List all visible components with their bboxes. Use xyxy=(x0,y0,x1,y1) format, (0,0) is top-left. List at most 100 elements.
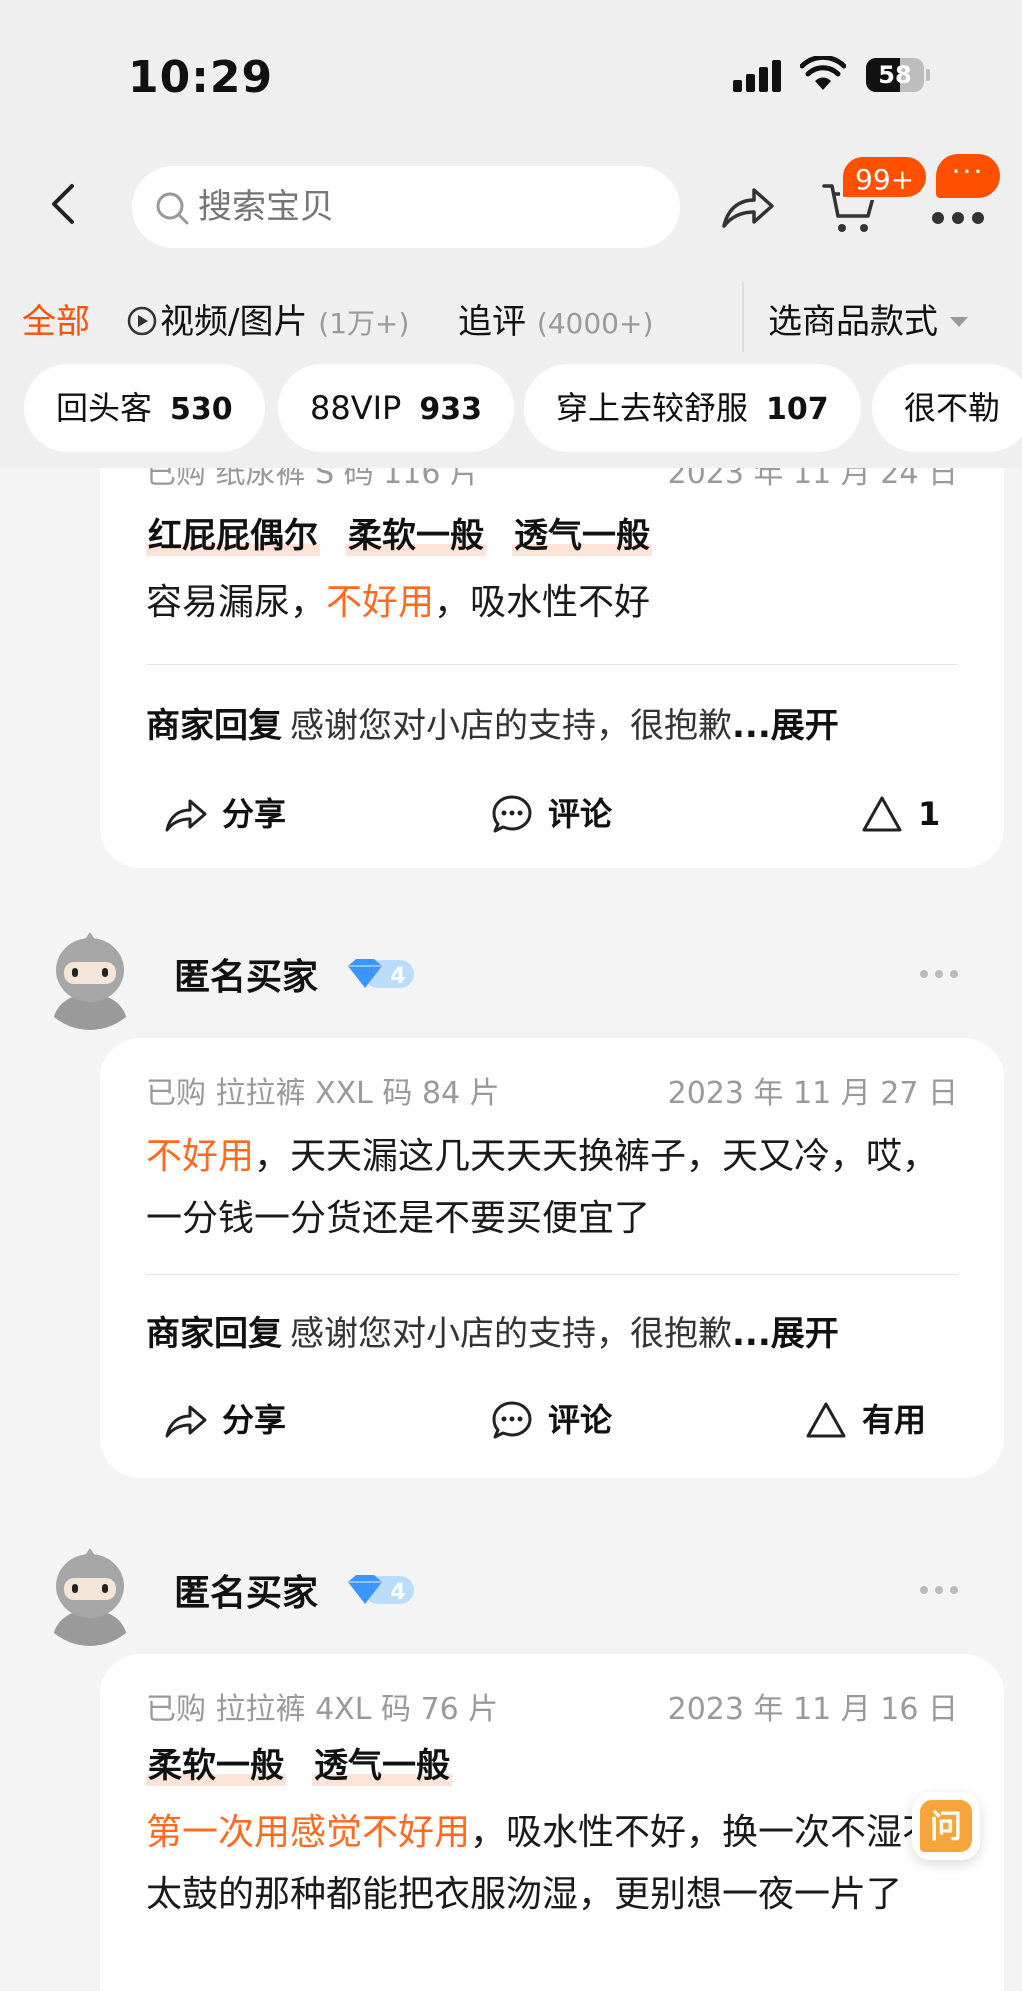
chip-not-tight[interactable]: 很不勒 xyxy=(872,364,1022,452)
tab-video-count: (1万+) xyxy=(318,307,410,340)
review-card: 已购 拉拉裤 XXL 码 84 片 2023 年 11 月 27 日 不好用，天… xyxy=(100,1038,1004,1478)
review-text-part: 容易漏尿， xyxy=(146,582,327,623)
review-highlight: 第一次用感觉不好用 xyxy=(146,1812,471,1853)
comment-icon xyxy=(492,795,532,833)
purchase-spec: 已购 纸尿裤 S 码 116 片 xyxy=(146,468,480,491)
share-icon xyxy=(165,799,207,832)
vip-diamond-badge-icon: 4 xyxy=(348,959,414,989)
chip-count: 933 xyxy=(419,392,482,427)
chip-count: 530 xyxy=(170,392,233,427)
reply-text: 感谢您对小店的支持，很抱歉 xyxy=(290,706,732,746)
more-menu-icon[interactable] xyxy=(930,196,986,226)
useful-label: 有用 xyxy=(862,1401,927,1439)
chip-label: 很不勒 xyxy=(904,389,1001,427)
review-card: 已购 纸尿裤 S 码 116 片 2023 年 11 月 24 日 红屁屁偶尔柔… xyxy=(100,468,1004,868)
reply-label: 商家回复 xyxy=(146,706,282,746)
merchant-reply[interactable]: 商家回复 感谢您对小店的支持，很抱歉...展开 xyxy=(146,1306,964,1355)
comment-icon xyxy=(492,1401,532,1439)
expand-link[interactable]: ...展开 xyxy=(732,706,839,746)
review-tag: 透气一般 xyxy=(512,516,652,556)
review-text-part: ，天天漏这几天天天换裤子，天又冷，哎，一分钱一分货还是不要买便宜了 xyxy=(146,1136,939,1239)
comment-button[interactable]: 评论 xyxy=(490,784,612,844)
review-text: 容易漏尿，不好用，吸水性不好 xyxy=(146,572,958,634)
review-date: 2023 年 11 月 27 日 xyxy=(667,1076,958,1111)
review-tag: 柔软一般 xyxy=(146,1746,286,1786)
purchase-info: 已购 纸尿裤 S 码 116 片 2023 年 11 月 24 日 xyxy=(146,468,958,492)
chip-label: 88VIP xyxy=(310,389,402,427)
review-tag: 柔软一般 xyxy=(346,516,486,556)
vip-level: 4 xyxy=(390,1580,405,1605)
share-label: 分享 xyxy=(222,795,287,833)
select-style-label: 选商品款式 xyxy=(768,302,938,342)
useful-icon xyxy=(806,1402,846,1438)
vip-level: 4 xyxy=(390,964,405,989)
chip-returning-customer[interactable]: 回头客 530 xyxy=(24,364,265,452)
ask-label: 问 xyxy=(920,1800,972,1852)
review-tag: 红屁屁偶尔 xyxy=(146,516,320,556)
chip-label: 回头客 xyxy=(56,389,153,427)
divider xyxy=(146,664,958,665)
review-highlight: 不好用 xyxy=(146,1136,255,1177)
review-card: 已购 拉拉裤 4XL 码 76 片 2023 年 11 月 16 日 柔软一般透… xyxy=(100,1654,1004,1991)
share-label: 分享 xyxy=(222,1401,287,1439)
more-options-icon[interactable] xyxy=(918,1584,960,1596)
chip-comfortable[interactable]: 穿上去较舒服 107 xyxy=(524,364,861,452)
review-highlight: 不好用 xyxy=(326,582,435,623)
review-list: 已购 纸尿裤 S 码 116 片 2023 年 11 月 24 日 红屁屁偶尔柔… xyxy=(0,468,1022,1991)
merchant-reply[interactable]: 商家回复 感谢您对小店的支持，很抱歉...展开 xyxy=(146,698,964,747)
review-keyword-chips: 回头客 530 88VIP 933 穿上去较舒服 107 很不勒 xyxy=(0,364,1022,468)
reply-label: 商家回复 xyxy=(146,1314,282,1354)
battery-icon: 58 xyxy=(866,58,930,92)
avatar[interactable] xyxy=(34,1534,146,1646)
reviewer-name: 匿名买家 xyxy=(174,957,319,998)
tab-followup-count: (4000+) xyxy=(536,307,654,340)
reviewer-name: 匿名买家 xyxy=(174,1573,319,1614)
select-product-style[interactable]: 选商品款式 xyxy=(768,294,968,343)
tab-followup-label: 追评 xyxy=(458,302,526,342)
tab-divider xyxy=(742,282,744,352)
share-button[interactable]: 分享 xyxy=(164,784,286,844)
review-text: 第一次用感觉不好用，吸水性不好，换一次不湿不太鼓的那种都能把衣服沕湿，更别想一夜… xyxy=(146,1802,958,1926)
share-button[interactable]: 分享 xyxy=(164,1390,286,1450)
comment-label: 评论 xyxy=(548,795,613,833)
more-options-icon[interactable] xyxy=(918,968,960,980)
review-tag: 透气一般 xyxy=(312,1746,452,1786)
anonymous-avatar-icon xyxy=(34,1534,146,1646)
comment-button[interactable]: 评论 xyxy=(490,1390,612,1450)
review-date: 2023 年 11 月 16 日 xyxy=(667,1692,958,1727)
cellular-signal-icon xyxy=(733,60,785,92)
chip-88vip[interactable]: 88VIP 933 xyxy=(278,364,514,452)
reviewer-row: 匿名买家 4 xyxy=(0,918,1022,1030)
share-icon xyxy=(165,1405,207,1438)
play-icon xyxy=(127,306,157,336)
tab-followup[interactable]: 追评 (4000+) xyxy=(458,294,653,343)
review-tags: 红屁屁偶尔 柔软一般 透气一般 xyxy=(146,508,678,557)
purchase-spec: 已购 拉拉裤 4XL 码 76 片 xyxy=(146,1692,499,1727)
wifi-icon xyxy=(800,56,846,90)
vip-diamond-badge-icon: 4 xyxy=(348,1575,414,1605)
message-badge: ··· xyxy=(936,154,1000,198)
useful-button[interactable]: 1 xyxy=(860,784,940,844)
chip-count: 107 xyxy=(766,392,829,427)
search-input[interactable] xyxy=(198,166,658,248)
search-box[interactable] xyxy=(132,166,680,248)
reply-text: 感谢您对小店的支持，很抱歉 xyxy=(290,1314,732,1354)
review-text: 不好用，天天漏这几天天天换裤子，天又冷，哎，一分钱一分货还是不要买便宜了 xyxy=(146,1126,958,1250)
avatar[interactable] xyxy=(34,918,146,1030)
review-tags: 柔软一般 透气一般 xyxy=(146,1738,478,1787)
ask-question-button[interactable]: 问 xyxy=(912,1792,980,1860)
top-nav: 99+ ··· xyxy=(0,140,1022,268)
back-arrow-icon[interactable] xyxy=(42,182,86,226)
purchase-info: 已购 拉拉裤 XXL 码 84 片 2023 年 11 月 27 日 xyxy=(146,1068,958,1112)
comment-label: 评论 xyxy=(548,1401,613,1439)
divider xyxy=(146,1274,958,1275)
tab-all[interactable]: 全部 xyxy=(22,294,90,343)
tab-video-photo[interactable]: 视频/图片 (1万+) xyxy=(126,294,409,343)
review-text-part: ，吸水性不好 xyxy=(434,582,651,623)
chip-label: 穿上去较舒服 xyxy=(556,389,749,427)
share-icon[interactable] xyxy=(720,182,776,230)
review-actions: 分享 评论 有用 xyxy=(100,1390,1004,1450)
expand-link[interactable]: ...展开 xyxy=(732,1314,839,1354)
useful-button[interactable]: 有用 xyxy=(804,1390,926,1450)
review-filter-tabs: 全部 视频/图片 (1万+) 追评 (4000+) 选商品款式 xyxy=(0,268,1022,364)
